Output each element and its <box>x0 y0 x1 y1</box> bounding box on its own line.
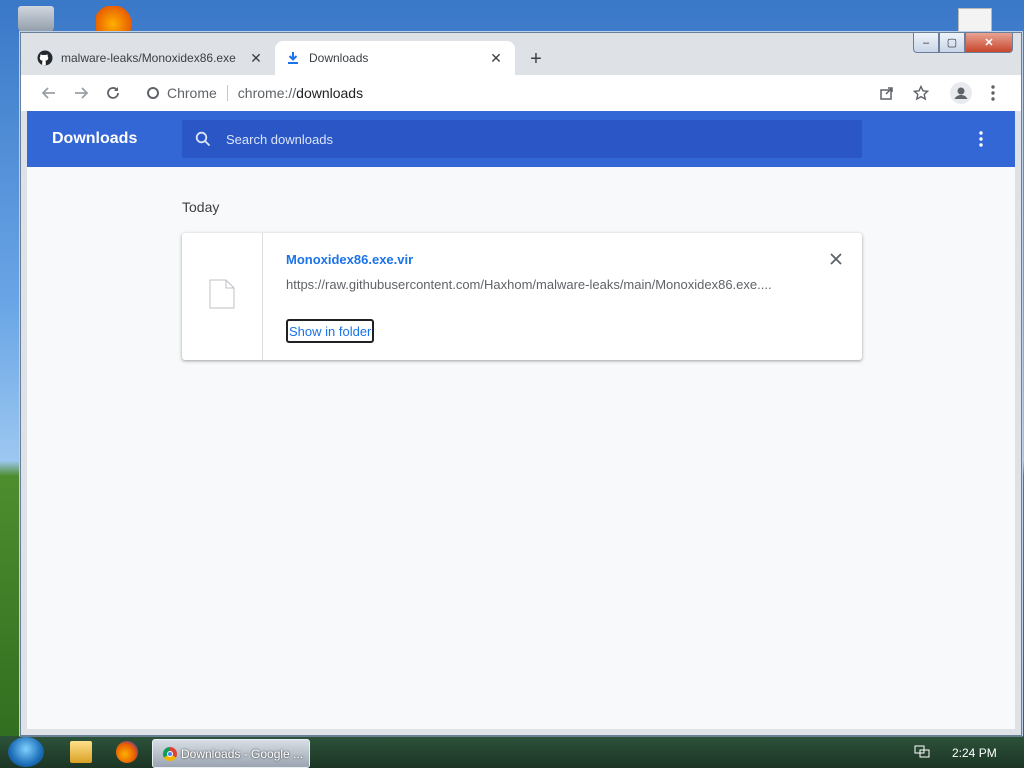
more-actions-icon[interactable] <box>973 129 989 149</box>
date-section-label: Today <box>182 199 220 215</box>
back-arrow-icon[interactable] <box>37 81 61 105</box>
url-path: downloads <box>296 85 364 101</box>
separator <box>226 85 228 101</box>
search-bar[interactable] <box>182 119 862 159</box>
browser-toolbar: Chrome chrome:// downloads <box>21 75 1021 111</box>
file-explorer-icon[interactable] <box>70 741 92 763</box>
chrome-icon <box>147 87 159 99</box>
file-icon <box>209 279 235 314</box>
minimize-button[interactable]: – <box>913 33 939 53</box>
show-in-folder-button[interactable]: Show in folder <box>286 319 375 343</box>
search-icon <box>182 131 224 147</box>
tab-strip: malware-leaks/Monoxidex86.exe ✕ Download… <box>21 33 1021 75</box>
download-source-url[interactable]: https://raw.githubusercontent.com/Haxhom… <box>286 277 786 292</box>
tab-malware-leaks[interactable]: malware-leaks/Monoxidex86.exe ✕ <box>27 41 275 75</box>
address-bar[interactable]: Chrome chrome:// downloads <box>135 79 869 107</box>
chrome-window: malware-leaks/Monoxidex86.exe ✕ Download… <box>20 32 1022 736</box>
downloads-page: Downloads Today Monoxidex86.exe.vir http… <box>27 111 1015 729</box>
share-icon[interactable] <box>875 81 899 105</box>
url-prefix: chrome:// <box>237 85 297 101</box>
search-input[interactable] <box>224 119 862 159</box>
taskbar-chrome-button[interactable]: Downloads - Google ... <box>152 739 310 768</box>
profile-avatar-icon[interactable] <box>949 81 973 105</box>
close-tab-icon[interactable]: ✕ <box>247 49 265 67</box>
forward-arrow-icon[interactable] <box>69 81 93 105</box>
download-icon <box>285 50 301 66</box>
firefox-taskbar-icon[interactable] <box>116 741 138 763</box>
browser-menu-icon[interactable] <box>981 81 1005 105</box>
close-tab-icon[interactable]: ✕ <box>487 49 505 67</box>
download-item: Monoxidex86.exe.vir https://raw.githubus… <box>182 233 862 360</box>
network-icon[interactable] <box>914 745 930 759</box>
tab-label: Downloads <box>309 51 369 65</box>
close-window-button[interactable]: ✕ <box>965 33 1013 53</box>
tab-label: malware-leaks/Monoxidex86.exe <box>61 51 236 65</box>
github-icon <box>37 50 53 66</box>
remove-download-icon[interactable] <box>826 249 846 269</box>
window-controls: – ▢ ✕ <box>913 33 1013 53</box>
taskbar-task-label: Downloads - Google ... <box>181 746 304 761</box>
maximize-button[interactable]: ▢ <box>939 33 965 53</box>
new-tab-button[interactable]: + <box>523 46 549 72</box>
download-file-name-link[interactable]: Monoxidex86.exe.vir <box>286 252 413 267</box>
file-icon-column <box>182 233 263 360</box>
page-title: Downloads <box>52 130 138 147</box>
start-button-icon[interactable] <box>8 737 44 767</box>
recycle-bin-icon[interactable] <box>18 6 54 34</box>
site-chip[interactable]: Chrome <box>135 85 238 101</box>
downloads-header: Downloads <box>27 111 1015 167</box>
bookmark-star-icon[interactable] <box>909 81 933 105</box>
reload-icon[interactable] <box>101 81 125 105</box>
site-chip-label: Chrome <box>167 85 217 101</box>
tab-downloads[interactable]: Downloads ✕ <box>275 41 515 75</box>
system-clock[interactable]: 2:24 PM <box>952 746 997 760</box>
chrome-icon <box>163 746 177 761</box>
